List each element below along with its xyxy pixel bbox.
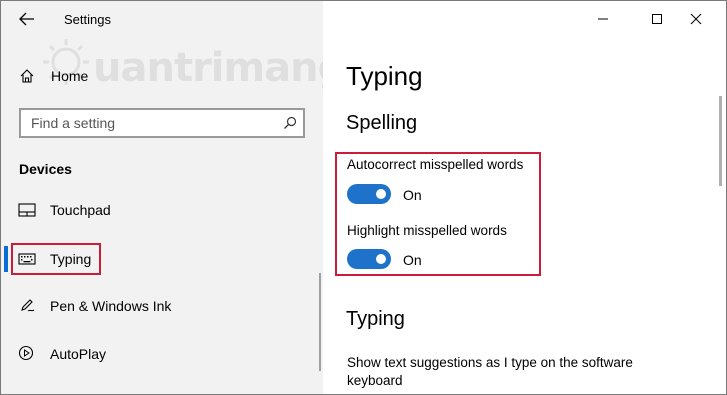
minimize-button[interactable] — [588, 7, 618, 31]
pen-icon — [21, 299, 35, 312]
content-scrollbar[interactable] — [719, 96, 722, 186]
selection-indicator — [4, 246, 8, 272]
close-icon — [690, 13, 702, 25]
highlight-misspelled-toggle[interactable] — [347, 249, 391, 269]
page-title: Typing — [346, 61, 423, 91]
spelling-section-title: Spelling — [346, 112, 418, 134]
toggle-knob — [376, 254, 386, 264]
sidebar-item-home[interactable]: Home — [1, 61, 323, 91]
minimize-icon — [598, 18, 608, 20]
maximize-icon — [652, 14, 662, 24]
autocorrect-state: On — [403, 187, 422, 203]
sidebar-item-pen-windows-ink[interactable]: Pen & Windows Ink — [1, 289, 317, 323]
content-pane: Typing Spelling Autocorrect misspelled w… — [323, 1, 726, 394]
section-label-devices: Devices — [19, 161, 72, 177]
autoplay-icon — [18, 345, 34, 361]
search-input[interactable] — [21, 110, 271, 136]
highlight-misspelled-label: Highlight misspelled words — [347, 223, 507, 238]
sidebar-item-label: Home — [51, 68, 89, 84]
touchpad-icon — [18, 203, 36, 217]
autocorrect-toggle[interactable] — [347, 184, 391, 204]
highlight-misspelled-state: On — [403, 252, 422, 268]
text-suggestions-label: Show text suggestions as I type on the s… — [347, 355, 633, 388]
highlight-box — [11, 243, 101, 275]
sidebar-item-touchpad[interactable]: Touchpad — [1, 193, 317, 227]
sidebar: Settings uantrimang Home Find a setting … — [1, 1, 346, 394]
sidebar-item-label: Pen & Windows Ink — [50, 298, 172, 314]
back-arrow-icon — [19, 12, 34, 26]
sidebar-item-label: Touchpad — [50, 202, 111, 218]
search-box[interactable] — [19, 108, 305, 138]
sidebar-item-autoplay[interactable]: AutoPlay — [1, 337, 317, 371]
toggle-knob — [376, 189, 386, 199]
search-icon[interactable] — [283, 116, 297, 130]
back-button[interactable] — [15, 9, 39, 29]
sidebar-scrollbar[interactable] — [319, 273, 321, 371]
maximize-button[interactable] — [642, 7, 672, 31]
home-icon — [20, 69, 34, 83]
close-button[interactable] — [681, 7, 711, 31]
sidebar-item-label: AutoPlay — [50, 346, 107, 362]
app-title: Settings — [64, 12, 111, 27]
autocorrect-label: Autocorrect misspelled words — [347, 157, 524, 172]
typing-section-title: Typing — [346, 308, 405, 330]
settings-window: Settings uantrimang Home Find a setting … — [0, 0, 727, 395]
